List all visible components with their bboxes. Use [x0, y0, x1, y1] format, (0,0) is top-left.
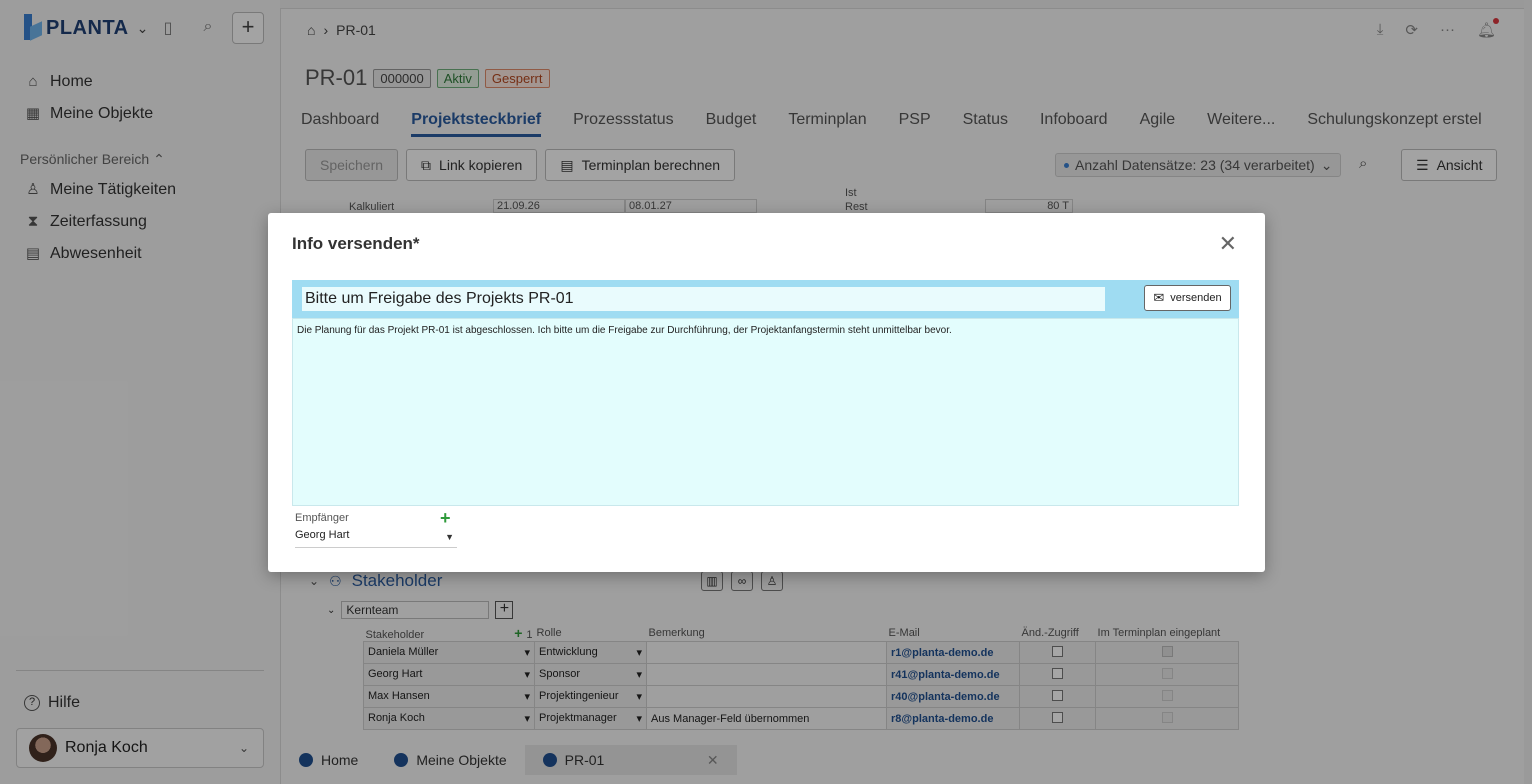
message-body[interactable]: Die Planung für das Projekt PR-01 ist ab… — [292, 318, 1239, 506]
recipient-value: Georg Hart — [295, 529, 350, 541]
subject-input[interactable] — [302, 287, 1105, 311]
info-send-dialog: Info versenden* ✕ ✉ versenden Die Planun… — [268, 213, 1265, 572]
add-recipient-icon[interactable]: + — [440, 508, 451, 529]
send-label: versenden — [1170, 292, 1222, 304]
recipient-label: Empfänger — [295, 512, 349, 524]
close-icon[interactable]: ✕ — [1219, 231, 1237, 257]
send-button[interactable]: ✉ versenden — [1144, 285, 1231, 311]
envelope-icon: ✉ — [1153, 290, 1165, 305]
caret-down-icon: ▼ — [445, 532, 454, 542]
dialog-title: Info versenden* — [292, 234, 420, 253]
recipient-select[interactable]: Georg Hart ▼ — [295, 529, 457, 548]
mail-header: ✉ versenden — [292, 280, 1239, 318]
